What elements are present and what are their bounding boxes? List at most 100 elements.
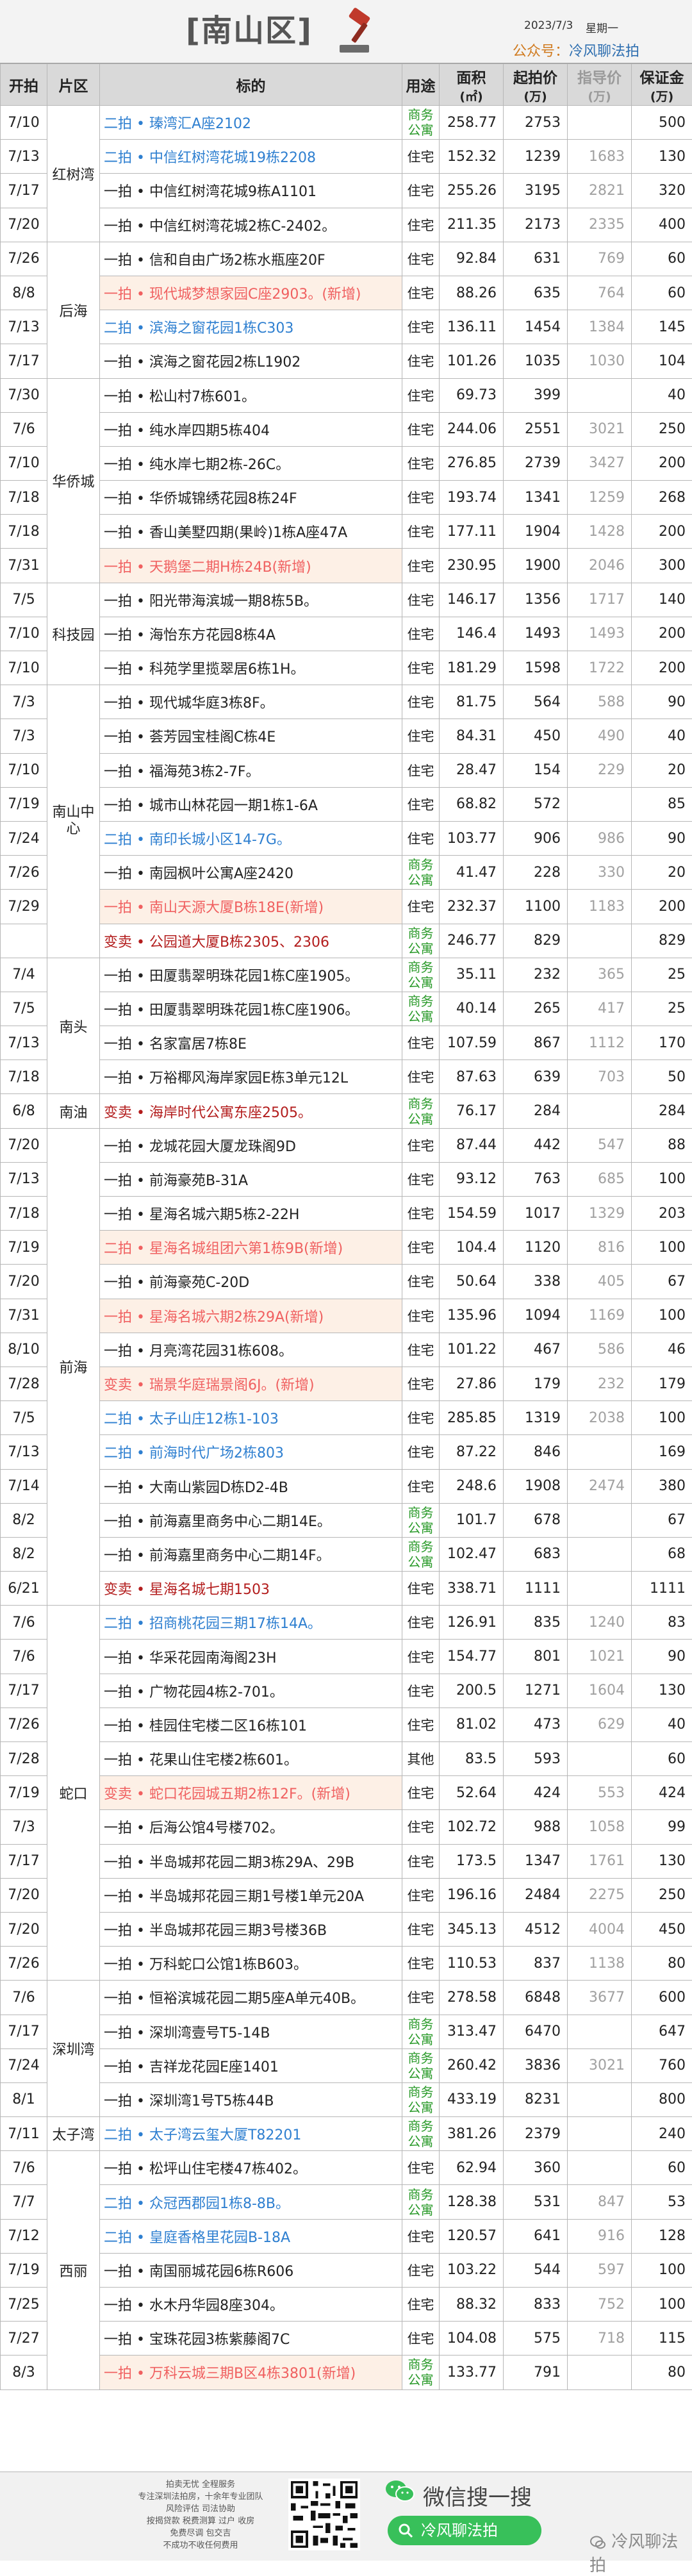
- listing-title[interactable]: 一拍 • 田厦翡翠明珠花园1栋C座1905。: [100, 958, 402, 992]
- listing-title[interactable]: 一拍 • 天鹅堡二期H栋24B(新增): [100, 549, 402, 583]
- listing-title[interactable]: 一拍 • 半岛城邦花园二期3栋29A、29B: [100, 1844, 402, 1878]
- slogan-line: 专注深圳法拍房，十余年专业团队: [114, 2491, 287, 2503]
- start-price: 791: [504, 2356, 568, 2389]
- deposit: 100: [632, 1231, 692, 1265]
- table-row: 7/3一拍 • 后海公馆4号楼702。住宅102.72988105899: [1, 1810, 692, 1844]
- listing-title[interactable]: 一拍 • 半岛城邦花园三期1号楼1单元20A: [100, 1878, 402, 1912]
- listing-title[interactable]: 一拍 • 龙城花园大厦龙珠阁9D: [100, 1128, 402, 1162]
- listing-title[interactable]: 一拍 • 宝珠花园3栋紫藤阁7C: [100, 2322, 402, 2356]
- listing-title[interactable]: 一拍 • 阳光带海滨城一期8栋5B。: [100, 583, 402, 617]
- listing-title[interactable]: 一拍 • 现代城华庭3栋8F。: [100, 685, 402, 719]
- listing-title[interactable]: 一拍 • 海怡东方花园8栋4A: [100, 617, 402, 651]
- deposit: 200: [632, 515, 692, 549]
- listing-title[interactable]: 一拍 • 深圳湾1号T5栋44B: [100, 2082, 402, 2116]
- listing-title[interactable]: 二拍 • 众冠西郡园1栋8-8B。: [100, 2185, 402, 2219]
- listing-title[interactable]: 一拍 • 星海名城六期5栋2-22H: [100, 1197, 402, 1231]
- listing-title[interactable]: 变卖 • 公园道大厦B栋2305、2306: [100, 924, 402, 958]
- auction-listing-page: [南山区] 2023/7/3 星期一 公众号：冷风聊法拍 开拍 片区 标的 用途…: [0, 0, 692, 2560]
- listing-title[interactable]: 二拍 • 皇庭香格里花园B-18A: [100, 2219, 402, 2253]
- usage-type: 商务公寓: [402, 2015, 440, 2048]
- auction-date: 7/11: [1, 2117, 47, 2151]
- listing-title[interactable]: 二拍 • 太子山庄12栋1-103: [100, 1401, 402, 1435]
- listing-title[interactable]: 一拍 • 吉祥龙花园E座1401: [100, 2048, 402, 2082]
- usage-type: 商务公寓: [402, 2117, 440, 2151]
- listing-title[interactable]: 二拍 • 瑧湾汇A座2102: [100, 106, 402, 140]
- floor-area: 83.5: [440, 1742, 504, 1776]
- listing-title[interactable]: 一拍 • 福海苑3栋2-7F。: [100, 753, 402, 787]
- usage-type: 住宅: [402, 1606, 440, 1640]
- listing-title[interactable]: 一拍 • 松坪山住宅楼47栋402。: [100, 2151, 402, 2185]
- deposit: 88: [632, 1128, 692, 1162]
- listing-title[interactable]: 一拍 • 纯水岸四期5栋404: [100, 412, 402, 446]
- listing-title[interactable]: 一拍 • 月亮湾花园31栋608。: [100, 1333, 402, 1367]
- listing-title[interactable]: 一拍 • 星海名城六期2栋29A(新增): [100, 1299, 402, 1333]
- listing-title[interactable]: 变卖 • 瑞景华庭瑞景阁6J。(新增): [100, 1367, 402, 1400]
- listing-title[interactable]: 一拍 • 滨海之窗花园2栋L1902: [100, 344, 402, 378]
- listing-title[interactable]: 一拍 • 前海豪苑B-31A: [100, 1162, 402, 1196]
- reference-price: 1183: [568, 890, 632, 924]
- listing-title[interactable]: 一拍 • 香山美墅四期(果岭)1栋A座47A: [100, 515, 402, 549]
- listing-title[interactable]: 一拍 • 荟芳园宝桂阁C栋4E: [100, 719, 402, 753]
- start-price: 424: [504, 1776, 568, 1810]
- listing-title[interactable]: 二拍 • 中信红树湾花城19栋2208: [100, 140, 402, 174]
- listing-title[interactable]: 一拍 • 中信红树湾花城2栋C-2402。: [100, 208, 402, 242]
- col-start-label: 起拍价: [513, 70, 557, 87]
- table-row: 6/8南油变卖 • 海岸时代公寓东座2505。商务公寓76.17284284: [1, 1094, 692, 1128]
- table-row: 7/20一拍 • 半岛城邦花园三期3号楼36B住宅345.13451240044…: [1, 1912, 692, 1946]
- reference-price: 1138: [568, 1947, 632, 1981]
- reference-price: 1240: [568, 1606, 632, 1640]
- listing-title[interactable]: 一拍 • 田厦翡翠明珠花园1栋C座1906。: [100, 992, 402, 1026]
- listing-title[interactable]: 变卖 • 星海名城七期1503: [100, 1572, 402, 1606]
- table-row: 7/17一拍 • 滨海之窗花园2栋L1902住宅101.261035103010…: [1, 344, 692, 378]
- listing-title[interactable]: 一拍 • 前海豪苑C-20D: [100, 1265, 402, 1299]
- listing-title[interactable]: 二拍 • 星海名城组团六第1栋9B(新增): [100, 1231, 402, 1265]
- listing-title[interactable]: 一拍 • 半岛城邦花园三期3号楼36B: [100, 1912, 402, 1946]
- floor-area: 81.75: [440, 685, 504, 719]
- listing-title[interactable]: 二拍 • 招商桃花园三期17栋14A。: [100, 1606, 402, 1640]
- listing-title[interactable]: 一拍 • 广物花园4栋2-701。: [100, 1674, 402, 1708]
- listing-title[interactable]: 一拍 • 大南山紫园D栋D2-4B: [100, 1469, 402, 1503]
- listing-title[interactable]: 一拍 • 前海嘉里商务中心二期14F。: [100, 1537, 402, 1571]
- listing-title[interactable]: 一拍 • 纯水岸七期2栋-26C。: [100, 446, 402, 480]
- listing-title[interactable]: 一拍 • 深圳湾壹号T5-14B: [100, 2015, 402, 2048]
- floor-area: 128.38: [440, 2185, 504, 2219]
- listing-title[interactable]: 一拍 • 后海公馆4号楼702。: [100, 1810, 402, 1844]
- deposit: 380: [632, 1469, 692, 1503]
- listing-title[interactable]: 一拍 • 信和自由广场2栋水瓶座20F: [100, 242, 402, 276]
- listing-title[interactable]: 一拍 • 万科云城三期B区4栋3801(新增): [100, 2356, 402, 2389]
- listing-title[interactable]: 一拍 • 名家富居7栋8E: [100, 1026, 402, 1060]
- listing-title[interactable]: 一拍 • 城市山林花园一期1栋1-6A: [100, 787, 402, 821]
- listing-title[interactable]: 二拍 • 滨海之窗花园1栋C303: [100, 310, 402, 344]
- listing-title[interactable]: 变卖 • 海岸时代公寓东座2505。: [100, 1094, 402, 1128]
- header-weekday: 星期一: [586, 19, 618, 35]
- listing-title[interactable]: 一拍 • 华采花园南海阁23H: [100, 1640, 402, 1674]
- table-row: 8/1一拍 • 深圳湾1号T5栋44B商务公寓433.198231800: [1, 2082, 692, 2116]
- listing-title[interactable]: 一拍 • 华侨城锦绣花园8栋24F: [100, 481, 402, 515]
- deposit: 60: [632, 242, 692, 276]
- listing-title[interactable]: 一拍 • 南国丽城花园6栋R606: [100, 2253, 402, 2287]
- listing-title[interactable]: 二拍 • 太子湾云玺大厦T82201: [100, 2117, 402, 2151]
- listing-title[interactable]: 一拍 • 前海嘉里商务中心二期14E。: [100, 1503, 402, 1537]
- listing-title[interactable]: 一拍 • 松山村7栋601。: [100, 378, 402, 412]
- table-row: 7/19一拍 • 南国丽城花园6栋R606住宅103.22544597100: [1, 2253, 692, 2287]
- listing-title[interactable]: 一拍 • 南山天源大厦B栋18E(新增): [100, 890, 402, 924]
- table-row: 7/18一拍 • 星海名城六期5栋2-22H住宅154.591017132920…: [1, 1197, 692, 1231]
- listing-title[interactable]: 二拍 • 前海时代广场2栋803: [100, 1435, 402, 1469]
- listing-title[interactable]: 一拍 • 恒裕滨城花园二期5座A单元40B。: [100, 1981, 402, 2015]
- listing-title[interactable]: 变卖 • 蛇口花园城五期2栋12F。(新增): [100, 1776, 402, 1810]
- deposit: 60: [632, 276, 692, 310]
- listing-title[interactable]: 一拍 • 桂园住宅楼二区16栋101: [100, 1708, 402, 1741]
- listing-title[interactable]: 一拍 • 万裕椰风海岸家园E栋3单元12L: [100, 1060, 402, 1094]
- listing-title[interactable]: 一拍 • 现代城梦想家园C座2903。(新增): [100, 276, 402, 310]
- reference-price: 703: [568, 1060, 632, 1094]
- start-price: 575: [504, 2322, 568, 2356]
- listing-title[interactable]: 二拍 • 南印长城小区14-7G。: [100, 821, 402, 855]
- listing-title[interactable]: 一拍 • 南园枫叶公寓A座2420: [100, 856, 402, 890]
- listing-title[interactable]: 一拍 • 中信红树湾花城9栋A1101: [100, 174, 402, 208]
- listing-title[interactable]: 一拍 • 花果山住宅楼2栋601。: [100, 1742, 402, 1776]
- listing-title[interactable]: 一拍 • 万科蛇口公馆1栋B603。: [100, 1947, 402, 1981]
- wechat-search-button[interactable]: 冷风聊法拍: [388, 2516, 541, 2545]
- floor-area: 88.32: [440, 2288, 504, 2322]
- listing-title[interactable]: 一拍 • 科苑学里揽翠居6栋1H。: [100, 651, 402, 685]
- listing-title[interactable]: 一拍 • 水木丹华园8座304。: [100, 2288, 402, 2322]
